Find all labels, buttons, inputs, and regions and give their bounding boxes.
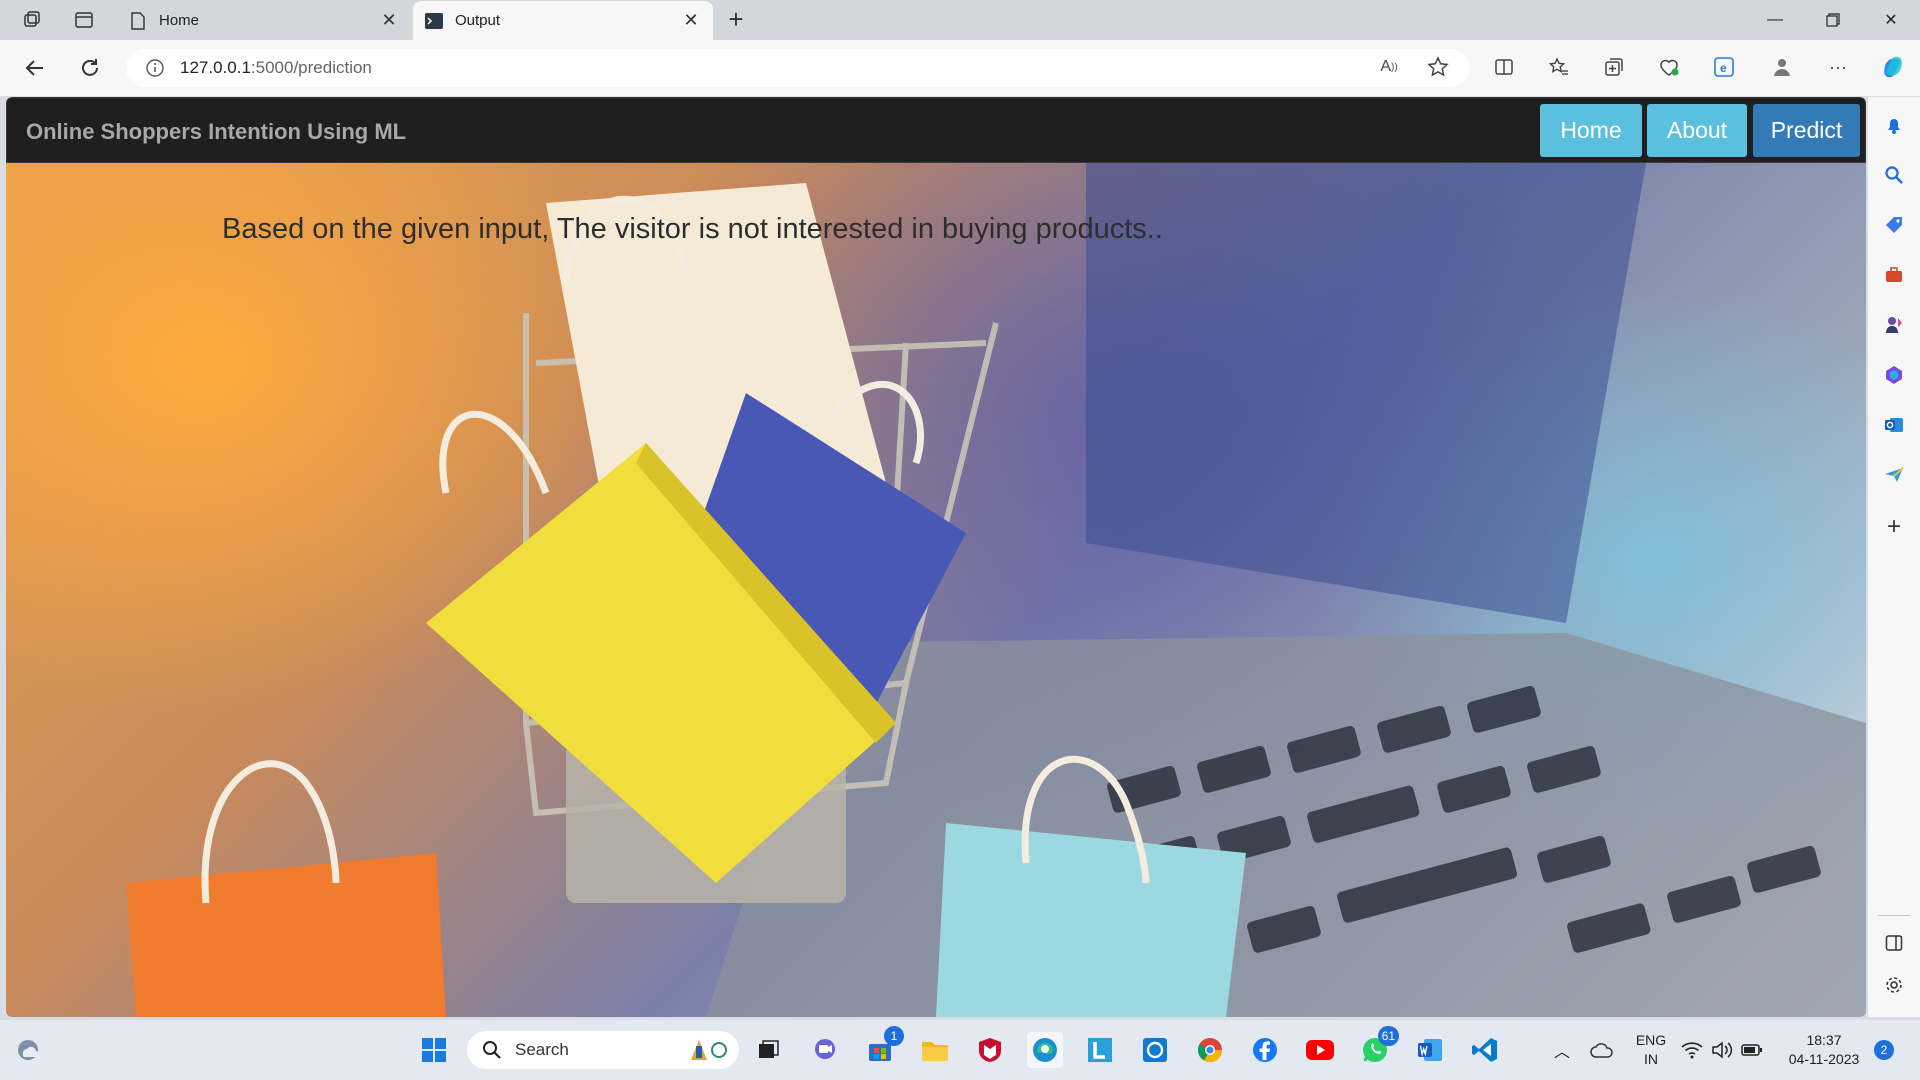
- search-icon[interactable]: [1882, 163, 1906, 187]
- language-indicator[interactable]: ENG IN: [1630, 1031, 1672, 1069]
- copilot-icon[interactable]: [1876, 50, 1910, 84]
- search-icon: [481, 1039, 503, 1061]
- tab-bar: Home ✕ Output ✕ + — ✕: [0, 0, 1920, 40]
- new-tab-button[interactable]: +: [722, 6, 750, 34]
- send-icon[interactable]: [1882, 463, 1906, 487]
- windows-taskbar: Search 1 61 ︿ ENG IN 18:37 04-11-2023 2: [0, 1020, 1920, 1080]
- address-bar[interactable]: 127.0.0.1:5000/prediction: [126, 49, 1470, 87]
- terminal-icon: [425, 12, 443, 30]
- tab-output[interactable]: Output ✕: [413, 1, 713, 40]
- predict-button[interactable]: Predict: [1753, 104, 1860, 157]
- mcafee-icon[interactable]: [972, 1032, 1008, 1068]
- clock-date: 04-11-2023: [1788, 1051, 1860, 1067]
- circle-app-icon[interactable]: [1137, 1032, 1173, 1068]
- teams-chat-icon[interactable]: [807, 1032, 843, 1068]
- browser-toolbar: 127.0.0.1:5000/prediction A)) e ···: [0, 40, 1920, 96]
- more-options-icon[interactable]: ···: [1821, 50, 1855, 84]
- notification-badge[interactable]: 2: [1874, 1040, 1894, 1060]
- bell-icon[interactable]: [1882, 113, 1906, 137]
- taskbar-search-input[interactable]: Search: [467, 1031, 739, 1069]
- outlook-icon[interactable]: [1882, 413, 1906, 437]
- tab-title: Home: [159, 12, 200, 29]
- vertical-tabs-icon[interactable]: [72, 8, 96, 32]
- games-icon[interactable]: [1882, 313, 1906, 337]
- store-badge: 1: [884, 1026, 904, 1046]
- prediction-result-text: Based on the given input, The visitor is…: [222, 213, 1163, 245]
- url-text: 127.0.0.1:5000/prediction: [180, 58, 372, 77]
- favorite-star-icon[interactable]: [1421, 50, 1455, 84]
- clock[interactable]: 18:37 04-11-2023: [1778, 1031, 1870, 1069]
- page-icon: [129, 11, 147, 30]
- browser-essentials-icon[interactable]: [1652, 50, 1686, 84]
- minimize-button[interactable]: —: [1752, 0, 1798, 40]
- search-label: Search: [515, 1040, 569, 1059]
- chevron-up-icon[interactable]: ︿: [1544, 1032, 1580, 1068]
- wifi-icon[interactable]: [1678, 1032, 1706, 1068]
- task-view-icon[interactable]: [750, 1032, 786, 1068]
- about-button[interactable]: About: [1647, 104, 1747, 157]
- microsoft-store-icon[interactable]: 1: [862, 1026, 904, 1068]
- clock-time: 18:37: [1806, 1032, 1842, 1048]
- tab-home[interactable]: Home ✕: [117, 1, 411, 40]
- back-button[interactable]: [20, 53, 50, 83]
- close-tab-icon[interactable]: ✕: [681, 10, 701, 31]
- microsoft365-icon[interactable]: [1882, 363, 1906, 387]
- edge-browser-icon[interactable]: [1027, 1032, 1063, 1068]
- site-brand[interactable]: Online Shoppers Intention Using ML: [26, 119, 406, 145]
- shopping-illustration: [126, 163, 1866, 1017]
- site-navbar: Online Shoppers Intention Using ML Home …: [6, 97, 1866, 163]
- chrome-icon[interactable]: [1192, 1032, 1228, 1068]
- add-icon[interactable]: +: [1882, 513, 1906, 540]
- web-page: Online Shoppers Intention Using ML Home …: [6, 97, 1866, 1017]
- sidebar-divider: [1878, 915, 1910, 916]
- profile-avatar[interactable]: [1765, 50, 1799, 84]
- site-info-icon[interactable]: [144, 57, 166, 79]
- refresh-button[interactable]: [75, 53, 105, 83]
- hero-background-image: Based on the given input, The visitor is…: [6, 163, 1866, 1017]
- windows-start-icon[interactable]: [416, 1032, 452, 1068]
- collections-icon[interactable]: [1597, 50, 1631, 84]
- weather-widget-icon[interactable]: [10, 1032, 46, 1068]
- edge-sidebar: +: [1868, 97, 1920, 1017]
- onedrive-icon[interactable]: [1584, 1032, 1620, 1068]
- split-screen-icon[interactable]: [1487, 50, 1521, 84]
- read-aloud-icon[interactable]: A)): [1372, 50, 1406, 84]
- restore-button[interactable]: [1810, 0, 1856, 40]
- favorites-icon[interactable]: [1542, 50, 1576, 84]
- settings-gear-icon[interactable]: [1882, 973, 1906, 997]
- volume-icon[interactable]: [1708, 1032, 1736, 1068]
- close-window-button[interactable]: ✕: [1868, 0, 1914, 40]
- tab-title: Output: [455, 12, 501, 29]
- home-button[interactable]: Home: [1540, 104, 1642, 157]
- close-tab-icon[interactable]: ✕: [379, 10, 399, 31]
- whatsapp-icon[interactable]: 61: [1357, 1026, 1399, 1068]
- word-icon[interactable]: [1412, 1032, 1448, 1068]
- svg-text:e: e: [1720, 61, 1727, 75]
- shopping-tag-icon[interactable]: [1882, 213, 1906, 237]
- search-highlight-icon: [685, 1036, 729, 1069]
- extension-icon[interactable]: e: [1707, 50, 1741, 84]
- hide-sidebar-icon[interactable]: [1882, 931, 1906, 955]
- file-explorer-icon[interactable]: [917, 1032, 953, 1068]
- tools-icon[interactable]: [1882, 263, 1906, 287]
- whatsapp-badge: 61: [1377, 1026, 1399, 1046]
- facebook-icon[interactable]: [1247, 1032, 1283, 1068]
- youtube-icon[interactable]: [1302, 1032, 1338, 1068]
- battery-icon[interactable]: [1738, 1032, 1766, 1068]
- vscode-icon[interactable]: [1467, 1032, 1503, 1068]
- launcher-l-icon[interactable]: [1082, 1032, 1118, 1068]
- workspaces-icon[interactable]: [20, 8, 44, 32]
